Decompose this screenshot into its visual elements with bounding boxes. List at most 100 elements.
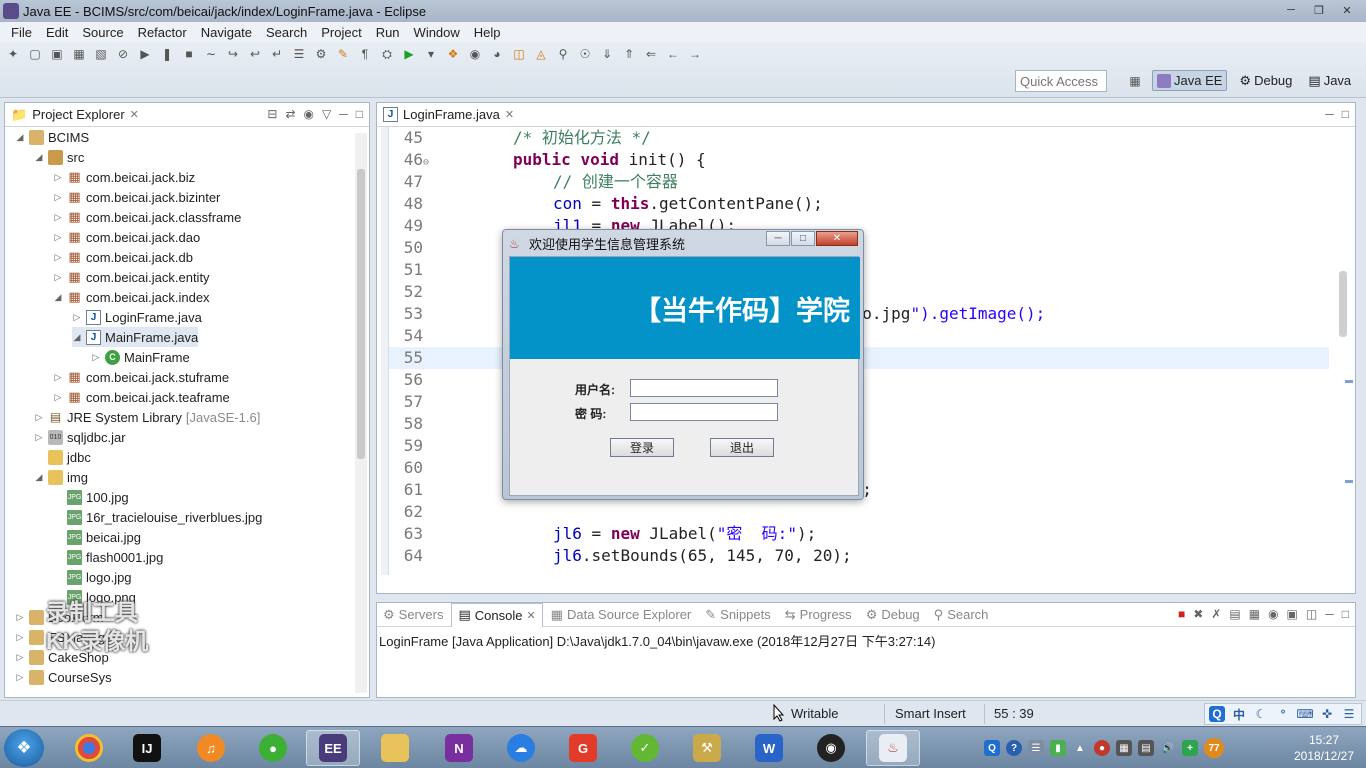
open-type-icon[interactable]: ⚙: [312, 45, 330, 63]
run-dropdown-icon[interactable]: ▾: [422, 45, 440, 63]
collapsed-arrow-icon[interactable]: ▷: [53, 372, 63, 383]
perspective-debug[interactable]: ⚙ Debug: [1235, 71, 1296, 91]
tree-item[interactable]: ▷ ▦ com.beicai.jack.entity: [53, 267, 210, 287]
menu-source[interactable]: Source: [75, 25, 130, 40]
taskbar-chrome[interactable]: [62, 730, 116, 766]
expanded-arrow-icon[interactable]: ◢: [34, 472, 44, 483]
ime-chinese-mode[interactable]: 中: [1231, 706, 1247, 722]
open-folder-icon[interactable]: ◫: [510, 45, 528, 63]
skip-breakpoints-icon[interactable]: ⊘: [114, 45, 132, 63]
taskbar-eclipse[interactable]: EE: [306, 730, 360, 766]
step-return-icon[interactable]: ↵: [268, 45, 286, 63]
editor-horizontal-scrollbar[interactable]: [435, 579, 1329, 591]
tree-item[interactable]: ◢ BCIMS: [15, 127, 89, 147]
tree-item[interactable]: ▷ CourseSys: [15, 667, 112, 687]
menu-project[interactable]: Project: [314, 25, 368, 40]
scroll-lock-icon[interactable]: ▦: [1249, 607, 1260, 621]
prev-annotation-icon[interactable]: ⇑: [620, 45, 638, 63]
maximize-view-icon[interactable]: □: [1342, 107, 1349, 121]
taskbar-recorder[interactable]: ◉: [804, 730, 858, 766]
help-icon[interactable]: ?: [1006, 740, 1022, 756]
terminate-icon[interactable]: ■: [1178, 607, 1185, 621]
taskbar-explorer[interactable]: [368, 730, 422, 766]
pin-console-icon[interactable]: ◉: [1268, 607, 1278, 621]
last-edit-icon[interactable]: ⇐: [642, 45, 660, 63]
terminal-icon[interactable]: ▦: [70, 45, 88, 63]
tree-item[interactable]: ◢ img: [34, 467, 88, 487]
tree-item[interactable]: JPG 16r_tracielouise_riverblues.jpg: [53, 507, 262, 527]
save-all-icon[interactable]: ▣: [48, 45, 66, 63]
tab-snippets[interactable]: ✎ Snippets: [699, 607, 777, 623]
taskbar-java-app[interactable]: ♨: [866, 730, 920, 766]
next-annotation-icon[interactable]: ⇓: [598, 45, 616, 63]
expanded-arrow-icon[interactable]: ◢: [72, 332, 82, 343]
close-button[interactable]: ✕: [1334, 1, 1360, 19]
collapsed-arrow-icon[interactable]: ▷: [53, 172, 63, 183]
code-line[interactable]: 63 jl6 = new JLabel("密 码:");: [389, 523, 1329, 545]
collapse-all-icon[interactable]: ⊟: [267, 107, 277, 121]
taskbar-audio[interactable]: ♫: [184, 730, 238, 766]
external-tools-icon[interactable]: ❖: [444, 45, 462, 63]
taskbar-tools[interactable]: ⚒: [680, 730, 734, 766]
collapsed-arrow-icon[interactable]: ▷: [53, 392, 63, 403]
tree-item[interactable]: ▷ 010 sqljdbc.jar: [34, 427, 126, 447]
collapsed-arrow-icon[interactable]: ▷: [91, 352, 101, 363]
search-tool-icon[interactable]: ⚲: [554, 45, 572, 63]
tab-console[interactable]: ▤ Console ✕: [451, 602, 543, 627]
tree-item[interactable]: ◢ ▦ com.beicai.jack.index: [53, 287, 210, 307]
menu-refactor[interactable]: Refactor: [131, 25, 194, 40]
login-button[interactable]: 登录: [610, 438, 674, 457]
new-server-icon[interactable]: ◉: [466, 45, 484, 63]
tree-item[interactable]: JPG beicai.jpg: [53, 527, 141, 547]
collapsed-arrow-icon[interactable]: ▷: [34, 432, 44, 443]
code-line[interactable]: 64 jl6.setBounds(65, 145, 70, 20);: [389, 545, 1329, 567]
save-icon[interactable]: ▢: [26, 45, 44, 63]
login-maximize-button[interactable]: □: [791, 231, 815, 246]
toggle-mark-icon[interactable]: ☰: [290, 45, 308, 63]
maximize-view-icon[interactable]: □: [356, 107, 363, 121]
ime-tray-icon[interactable]: Q: [984, 740, 1000, 756]
collapsed-arrow-icon[interactable]: ▷: [15, 652, 25, 663]
menu-window[interactable]: Window: [407, 25, 467, 40]
run-icon[interactable]: ▶: [400, 45, 418, 63]
close-icon[interactable]: ✕: [526, 609, 535, 622]
tree-item[interactable]: jdbc: [34, 447, 91, 467]
menu-help[interactable]: Help: [467, 25, 508, 40]
tray-badge[interactable]: 77: [1204, 738, 1224, 758]
tree-item[interactable]: ▷ CakeShop: [15, 647, 109, 667]
code-line[interactable]: 47 // 创建一个容器: [389, 171, 1329, 193]
tree-item[interactable]: ▷ ▦ com.beicai.jack.dao: [53, 227, 201, 247]
minimize-view-icon[interactable]: ─: [339, 107, 348, 121]
expanded-arrow-icon[interactable]: ◢: [34, 152, 44, 163]
ime-logo-icon[interactable]: Q: [1209, 706, 1225, 722]
ime-menu-icon[interactable]: ☰: [1341, 706, 1357, 722]
taskbar-onenote[interactable]: N: [432, 730, 486, 766]
tree-item[interactable]: JPG logo.jpg: [53, 567, 132, 587]
minimize-view-icon[interactable]: ─: [1325, 107, 1334, 121]
collapsed-arrow-icon[interactable]: ▷: [53, 252, 63, 263]
add-icon[interactable]: +: [1182, 740, 1198, 756]
system-clock[interactable]: 15:27 2018/12/27: [1290, 732, 1358, 764]
maximize-button[interactable]: ❐: [1306, 1, 1332, 19]
console-scrollbar[interactable]: [1339, 647, 1351, 683]
ime-keyboard-icon[interactable]: ⌨: [1296, 706, 1313, 722]
new-class-icon[interactable]: ◕: [488, 45, 506, 63]
tab-progress[interactable]: ⇆ Progress: [779, 607, 858, 623]
editor-vertical-scrollbar[interactable]: [1337, 131, 1349, 571]
display-icon[interactable]: ▤: [1138, 740, 1154, 756]
battery-icon[interactable]: ▮: [1050, 740, 1066, 756]
open-console-icon[interactable]: ◫: [1306, 607, 1317, 621]
exit-button[interactable]: 退出: [710, 438, 774, 457]
open-project-icon[interactable]: ◬: [532, 45, 550, 63]
scrollbar-thumb[interactable]: [1339, 271, 1347, 337]
tray-menu-icon[interactable]: ☰: [1028, 740, 1044, 756]
tab-search[interactable]: ⚲ Search: [928, 607, 995, 623]
explorer-scrollbar[interactable]: [355, 133, 367, 693]
login-close-button[interactable]: ✕: [816, 231, 858, 246]
code-line[interactable]: 45 /* 初始化方法 */: [389, 127, 1329, 149]
login-minimize-button[interactable]: ─: [766, 231, 790, 246]
ime-punct-icon[interactable]: °: [1275, 706, 1291, 722]
console-icon[interactable]: ▧: [92, 45, 110, 63]
collapsed-arrow-icon[interactable]: ▷: [15, 632, 25, 643]
overview-marker[interactable]: [1345, 480, 1353, 483]
